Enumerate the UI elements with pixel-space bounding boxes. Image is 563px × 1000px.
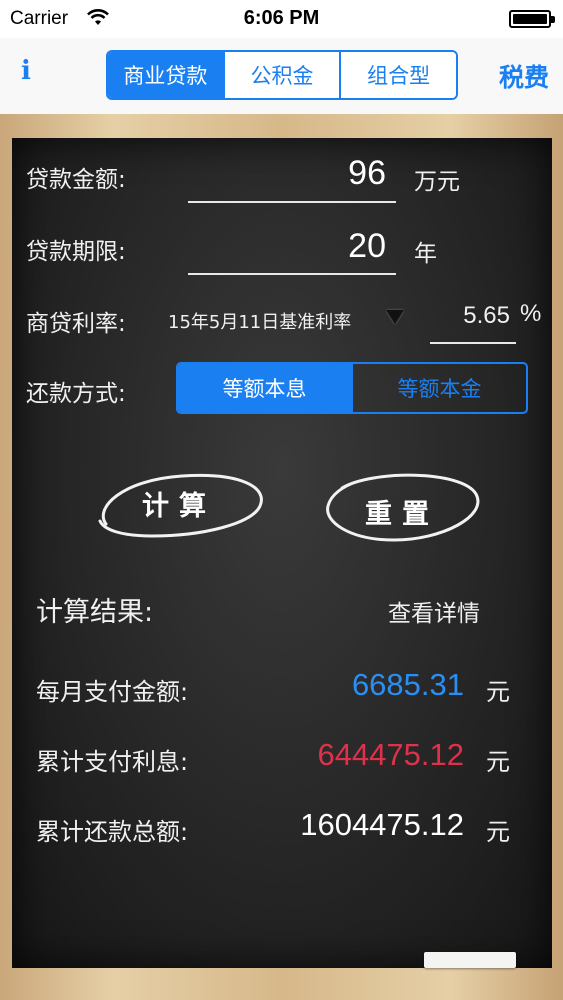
calculate-label: 计算 [142, 491, 216, 522]
tab-commercial-loan[interactable]: 商业贷款 [108, 52, 225, 98]
dropdown-triangle-icon[interactable] [386, 310, 404, 324]
repayment-method-label: 还款方式: [26, 381, 126, 407]
loan-amount-label: 贷款金额: [26, 167, 126, 193]
total-interest-label: 累计支付利息: [36, 748, 189, 776]
battery-icon [509, 10, 555, 28]
loan-term-unit: 年 [414, 241, 437, 267]
total-interest-unit: 元 [486, 748, 510, 776]
method-equal-principal[interactable]: 等额本金 [351, 364, 526, 412]
reset-button[interactable]: 重置 [322, 468, 482, 548]
loan-term-label: 贷款期限: [26, 239, 126, 265]
rate-unit: % [520, 300, 542, 327]
total-repayment-unit: 元 [486, 818, 510, 846]
calculate-button[interactable]: 计算 [92, 466, 266, 546]
monthly-payment-value: 6685.31 [351, 667, 464, 702]
loan-amount-unit: 万元 [414, 169, 460, 195]
total-repayment-value: 1604475.12 [300, 807, 464, 842]
rate-option-selector[interactable]: 15年5月11日基准利率 [168, 308, 351, 334]
tax-fee-button[interactable]: 税费 [499, 58, 549, 94]
result-title: 计算结果: [36, 597, 154, 628]
rate-underline [430, 342, 516, 344]
monthly-payment-label: 每月支付金额: [36, 678, 189, 706]
nav-bar: i 商业贷款 公积金 组合型 税费 [0, 38, 563, 114]
loan-amount-underline [188, 201, 396, 203]
rate-label: 商贷利率: [26, 311, 126, 337]
reset-label: 重置 [365, 499, 439, 530]
loan-type-segmented-control: 商业贷款 公积金 组合型 [106, 50, 458, 100]
total-interest-value: 644475.12 [317, 737, 464, 772]
total-repayment-label: 累计还款总额: [36, 818, 189, 846]
status-bar: Carrier 6:06 PM [0, 0, 563, 38]
loan-amount-input[interactable]: 96 [190, 154, 386, 193]
info-icon[interactable]: i [16, 56, 36, 92]
monthly-payment-unit: 元 [486, 678, 510, 706]
repayment-method-segmented-control: 等额本息 等额本金 [176, 362, 528, 414]
chalk-piece [424, 952, 516, 968]
loan-term-underline [188, 273, 396, 275]
method-equal-installment[interactable]: 等额本息 [178, 364, 351, 412]
loan-term-input[interactable]: 20 [190, 227, 386, 266]
tab-combined[interactable]: 组合型 [341, 52, 456, 98]
tab-provident-fund[interactable]: 公积金 [224, 52, 342, 98]
rate-input[interactable]: 5.65 [432, 302, 510, 330]
clock: 6:06 PM [243, 7, 320, 29]
view-details-link[interactable]: 查看详情 [388, 594, 480, 628]
